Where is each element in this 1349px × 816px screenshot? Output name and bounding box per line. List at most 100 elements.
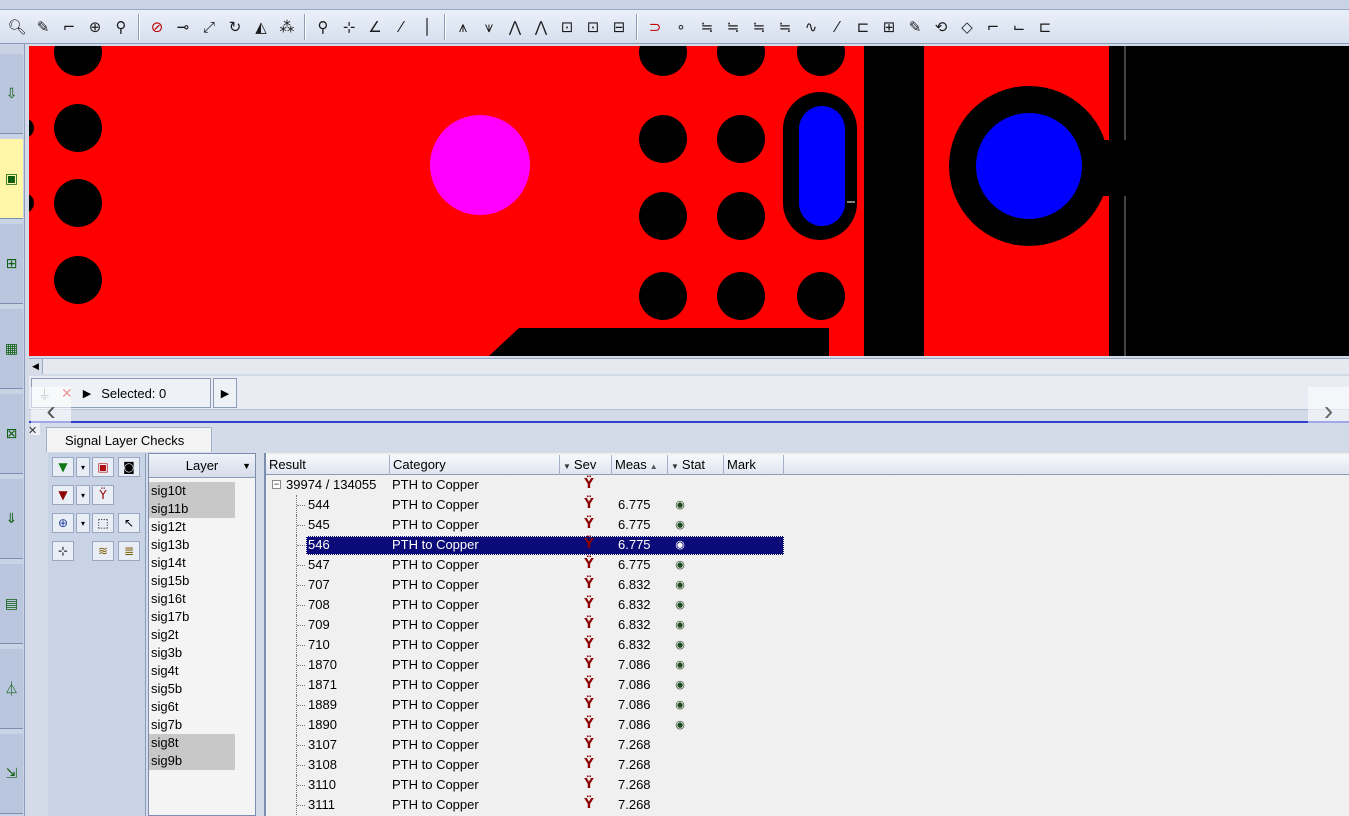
list-item[interactable]: sig5b	[149, 680, 235, 698]
list-item[interactable]: sig14t	[149, 554, 235, 572]
table-row[interactable]: 1871 PTH to Copper Ÿ 7.086 ◉	[266, 675, 1349, 695]
eye-icon[interactable]: ◉	[670, 595, 690, 615]
table-row[interactable]: 710 PTH to Copper Ÿ 6.832 ◉	[266, 635, 1349, 655]
snap3-icon[interactable]: ≒	[722, 16, 744, 38]
close-panel-icon[interactable]: ✕	[28, 424, 40, 437]
pointer-icon[interactable]: ↖	[118, 513, 140, 533]
list-item[interactable]: sig9b	[149, 752, 235, 770]
snap1-icon[interactable]: ∘	[670, 16, 692, 38]
pencil-icon[interactable]: ✎	[32, 16, 54, 38]
snap2-icon[interactable]: ≒	[696, 16, 718, 38]
tab-signal-layer-checks[interactable]: Signal Layer Checks	[46, 427, 212, 452]
table-row[interactable]: 1889 PTH to Copper Ÿ 7.086 ◉	[266, 695, 1349, 715]
col-category[interactable]: Category	[390, 455, 560, 475]
camera-icon[interactable]: ◙	[118, 457, 140, 477]
rotate-icon[interactable]: ↻	[224, 16, 246, 38]
table-row[interactable]: 1890 PTH to Copper Ÿ 7.086 ◉	[266, 715, 1349, 735]
eye-icon[interactable]: ◉	[670, 495, 690, 515]
frame-icon[interactable]: ⊏	[852, 16, 874, 38]
list-item[interactable]: sig16t	[149, 590, 235, 608]
list-item[interactable]: sig8t	[149, 734, 235, 752]
slant-icon[interactable]: ⁄	[390, 16, 412, 38]
eye-icon[interactable]: ◉	[670, 695, 690, 715]
corner2-icon[interactable]: ⌙	[1008, 16, 1030, 38]
eye-icon[interactable]: ◉	[670, 635, 690, 655]
table-row[interactable]: 3111 PTH to Copper Ÿ 7.268	[266, 795, 1349, 815]
snap4-icon[interactable]: ≒	[748, 16, 770, 38]
eye-icon[interactable]: ◉	[670, 675, 690, 695]
list-item[interactable]: sig11b	[149, 500, 235, 518]
dropdown-arrow-icon[interactable]: ▾	[76, 513, 90, 533]
collapse-icon[interactable]: −	[272, 480, 281, 489]
eye-icon[interactable]: ◉	[670, 615, 690, 635]
chevron-down-icon[interactable]: ▼	[242, 454, 251, 478]
netlist-icon[interactable]: ▦	[0, 309, 23, 389]
list-item[interactable]: sig17b	[149, 608, 235, 626]
table-row[interactable]: 546 PTH to Copper Ÿ 6.775 ◉	[266, 535, 1349, 555]
stack3-icon[interactable]: ⋀	[504, 16, 526, 38]
table-row[interactable]: 3110 PTH to Copper Ÿ 7.268	[266, 775, 1349, 795]
cross-icon[interactable]: ⊹	[338, 16, 360, 38]
probe-icon[interactable]: ⚲	[110, 16, 132, 38]
list-item[interactable]: sig6t	[149, 698, 235, 716]
drc-icon[interactable]: ⊠	[0, 394, 23, 474]
col-mark[interactable]: Mark	[724, 455, 784, 475]
snap6-icon[interactable]: ∿	[800, 16, 822, 38]
mirror-icon[interactable]: ◭	[250, 16, 272, 38]
placement-icon[interactable]: ⊞	[0, 224, 23, 304]
list-item[interactable]: sig12t	[149, 518, 235, 536]
table-row[interactable]: 1870 PTH to Copper Ÿ 7.086 ◉	[266, 655, 1349, 675]
filter-red-icon[interactable]: ▼	[52, 485, 74, 505]
route-icon[interactable]: ⌐	[58, 16, 80, 38]
table-row[interactable]: 544 PTH to Copper Ÿ 6.775 ◉	[266, 495, 1349, 515]
dropdown-arrow-icon[interactable]: ▾	[76, 485, 90, 505]
table-row[interactable]: 3107 PTH to Copper Ÿ 7.268	[266, 735, 1349, 755]
angle-icon[interactable]: ∠	[364, 16, 386, 38]
corner3-icon[interactable]: ⊏	[1034, 16, 1056, 38]
grid-icon[interactable]: ⊞	[878, 16, 900, 38]
no-entry-icon[interactable]: ⊘	[146, 16, 168, 38]
edit-icon[interactable]: ✎	[904, 16, 926, 38]
col-sev[interactable]: ▼ Sev	[560, 455, 612, 475]
line-icon[interactable]: │	[416, 16, 438, 38]
eye-icon[interactable]: ◉	[670, 535, 690, 555]
play-icon[interactable]: ▶	[83, 387, 91, 400]
next-arrow-button[interactable]: ▶	[213, 378, 237, 408]
zoom-target-icon[interactable]: ⊕	[52, 513, 74, 533]
col-stat[interactable]: ▼ Stat	[668, 455, 724, 475]
eye-icon[interactable]: ◉	[670, 655, 690, 675]
list-item[interactable]: sig3b	[149, 644, 235, 662]
canvas-scrollbar[interactable]: ◀	[29, 358, 1349, 374]
magnet-icon[interactable]: ⊃	[644, 16, 666, 38]
array-icon[interactable]: ⁂	[276, 16, 298, 38]
table-row[interactable]: 3108 PTH to Copper Ÿ 7.268	[266, 755, 1349, 775]
table-row[interactable]: 708 PTH to Copper Ÿ 6.832 ◉	[266, 595, 1349, 615]
stack4-icon[interactable]: ⋀	[530, 16, 552, 38]
list-item[interactable]: sig7b	[149, 716, 235, 734]
table-row[interactable]: 709 PTH to Copper Ÿ 6.832 ◉	[266, 615, 1349, 635]
zoom-icon[interactable]: 🔍︎	[6, 16, 28, 38]
import-icon[interactable]: ⇩	[0, 54, 23, 134]
filter-green-icon[interactable]: ▼	[52, 457, 74, 477]
report-icon[interactable]: ▣	[92, 457, 114, 477]
box3-icon[interactable]: ⊟	[608, 16, 630, 38]
add-pin-icon[interactable]: ⊕	[84, 16, 106, 38]
list-item[interactable]: sig13b	[149, 536, 235, 554]
list-item[interactable]: sig4t	[149, 662, 235, 680]
table-row[interactable]: 545 PTH to Copper Ÿ 6.775 ◉	[266, 515, 1349, 535]
link-icon[interactable]: ⊸	[172, 16, 194, 38]
snap5-icon[interactable]: ≒	[774, 16, 796, 38]
add-marker-icon[interactable]: ⊹	[52, 541, 74, 561]
stack-icon[interactable]: ≋	[92, 541, 114, 561]
list-item[interactable]: sig2t	[149, 626, 235, 644]
eye-icon[interactable]: ◉	[670, 555, 690, 575]
stack2-icon[interactable]: ⩛	[478, 16, 500, 38]
pcb-canvas[interactable]	[29, 46, 1349, 356]
fabrication-icon[interactable]: ▤	[0, 564, 23, 644]
pin-icon[interactable]: ⚲	[312, 16, 334, 38]
toolkit-icon[interactable]: ▣	[0, 139, 23, 219]
eye-icon[interactable]: ◉	[670, 575, 690, 595]
list-item[interactable]: sig15b	[149, 572, 235, 590]
select-area-icon[interactable]: ⬚	[92, 513, 114, 533]
stack-edit-icon[interactable]: ≣	[118, 541, 140, 561]
